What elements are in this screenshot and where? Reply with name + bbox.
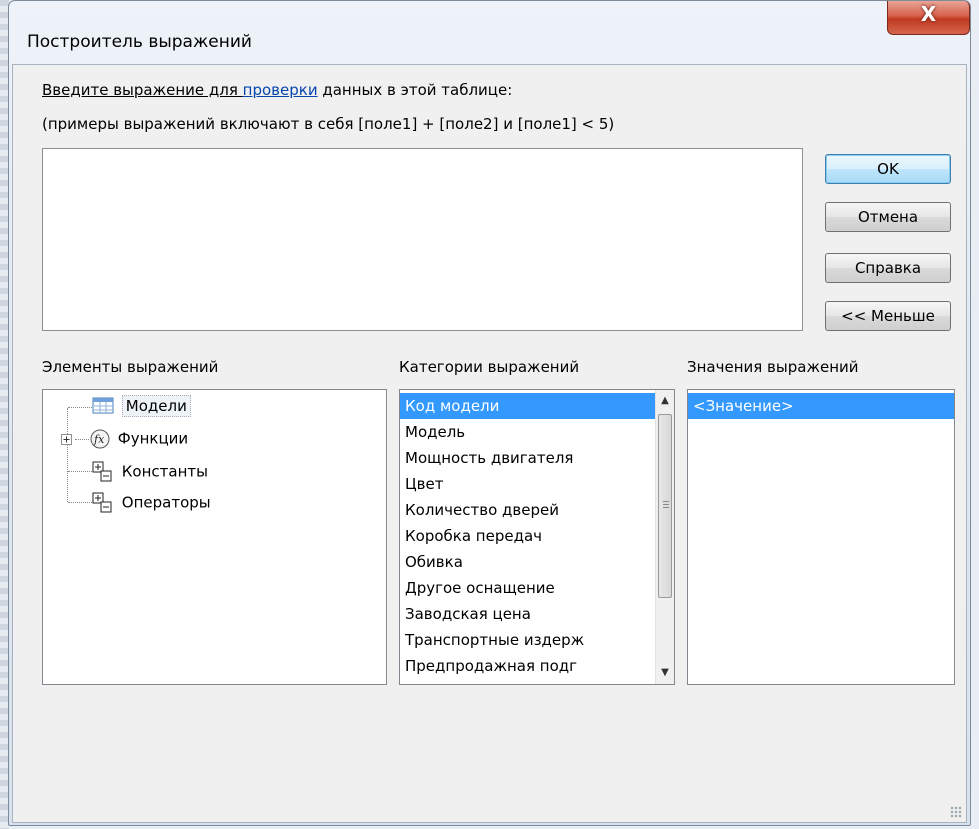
close-icon: X	[920, 2, 937, 26]
tree-item-label: Операторы	[121, 493, 211, 512]
tree-connector	[67, 408, 68, 502]
window-title: Построитель выражений	[27, 32, 252, 52]
list-item[interactable]: Цвет	[400, 471, 656, 497]
categories-label: Категории выражений	[399, 358, 580, 376]
cancel-button[interactable]: Отмена	[825, 202, 951, 232]
elements-tree[interactable]: Модели fx Функции Константы Операторы	[42, 389, 387, 685]
operators-icon	[92, 492, 112, 513]
tree-item-operators[interactable]: Операторы	[91, 491, 211, 515]
list-item[interactable]: <Значение>	[688, 393, 954, 419]
tree-connector	[68, 471, 92, 472]
list-item[interactable]: Обивка	[400, 549, 656, 575]
expand-icon[interactable]	[61, 434, 72, 445]
prompt-line-2: (примеры выражений включают в себя [поле…	[42, 115, 615, 133]
svg-text:fx: fx	[93, 433, 105, 446]
tree-item-functions[interactable]: fx Функции	[89, 428, 188, 450]
list-item[interactable]: Другое оснащение	[400, 575, 656, 601]
list-item[interactable]: Заводская цена	[400, 601, 656, 627]
dialog-body: Введите выражение для проверки данных в …	[12, 64, 967, 823]
expression-builder-dialog: Построитель выражений X Введите выражени…	[8, 0, 971, 826]
scroll-thumb[interactable]	[658, 414, 672, 598]
list-item[interactable]: Транспортные издерж	[400, 627, 656, 653]
tree-item-label: Константы	[121, 462, 208, 481]
tree-connector	[68, 407, 92, 408]
table-icon	[92, 397, 114, 414]
tree-connector	[68, 502, 92, 503]
values-items: <Значение>	[688, 393, 954, 419]
list-item[interactable]: Коробка передач	[400, 523, 656, 549]
grip-line	[663, 504, 669, 505]
help-button[interactable]: Справка	[825, 253, 951, 283]
function-icon: fx	[90, 429, 110, 449]
elements-label: Элементы выражений	[42, 358, 219, 376]
constants-icon	[92, 461, 112, 482]
validation-help-link[interactable]: проверки	[243, 81, 318, 99]
less-button[interactable]: << Меньше	[825, 301, 951, 331]
tree-connector	[75, 439, 89, 440]
tree-item-models[interactable]: Модели	[91, 394, 191, 417]
close-button[interactable]: X	[887, 1, 970, 35]
list-item[interactable]: Предпродажная подг	[400, 653, 656, 679]
prompt-prefix: Введите выражение для	[42, 81, 243, 99]
grip-line	[663, 501, 669, 502]
tree-item-label: Функции	[117, 429, 189, 448]
list-item[interactable]: Мощность двигателя	[400, 445, 656, 471]
categories-scrollbar[interactable]: ▲ ▼	[655, 390, 674, 684]
tree-item-constants[interactable]: Константы	[91, 460, 208, 484]
list-item[interactable]: Модель	[400, 419, 656, 445]
list-item[interactable]: Код модели	[400, 393, 656, 419]
tree-item-label: Модели	[121, 394, 191, 417]
values-list[interactable]: <Значение>	[687, 389, 955, 685]
values-label: Значения выражений	[687, 358, 859, 376]
categories-list[interactable]: Код модели Модель Мощность двигателя Цве…	[399, 389, 675, 685]
prompt-line-1: Введите выражение для проверки данных в …	[42, 81, 512, 99]
prompt-suffix: данных в этой таблице:	[317, 81, 513, 99]
grip-line	[663, 507, 669, 508]
list-item[interactable]: Количество дверей	[400, 497, 656, 523]
categories-items: Код модели Модель Мощность двигателя Цве…	[400, 393, 656, 679]
ok-button[interactable]: OK	[825, 154, 951, 184]
resize-grip[interactable]	[950, 806, 962, 818]
scroll-up-icon[interactable]: ▲	[656, 392, 674, 410]
expression-input[interactable]	[42, 148, 803, 331]
scroll-down-icon[interactable]: ▼	[656, 664, 674, 682]
